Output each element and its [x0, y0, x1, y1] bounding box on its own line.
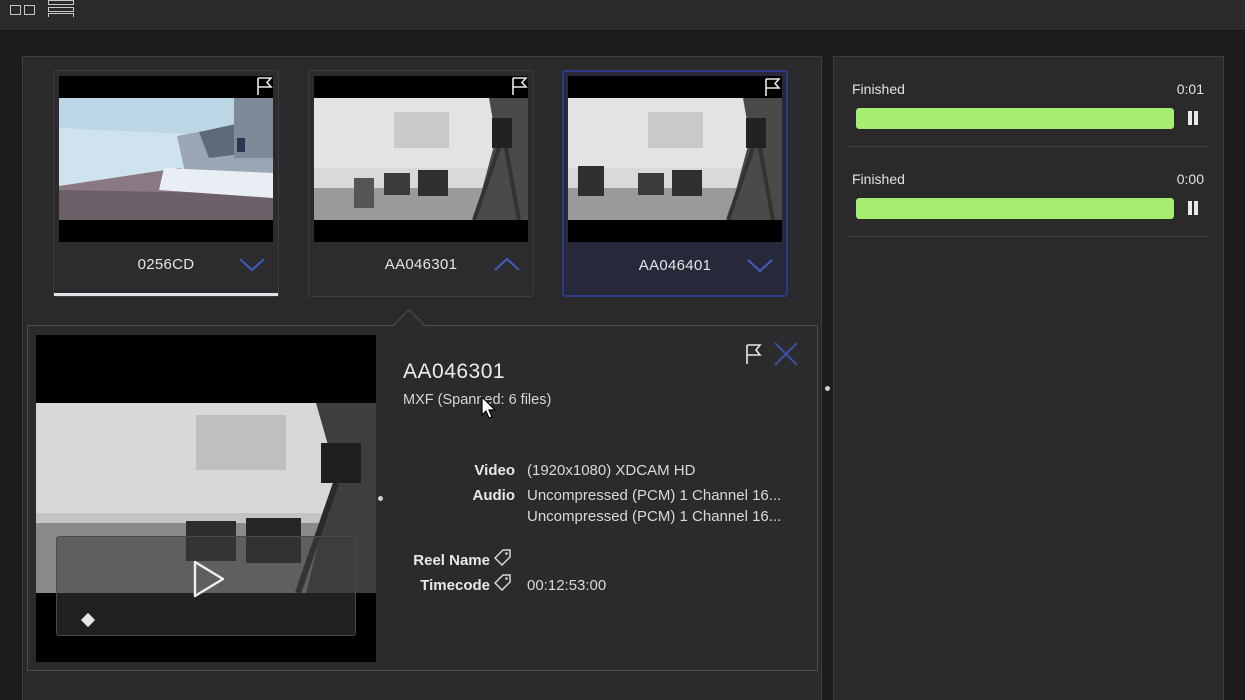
timecode-value: 00:12:53:00: [527, 577, 607, 594]
clip-card-aa046401[interactable]: AA046401: [562, 70, 788, 297]
flag-icon[interactable]: [764, 77, 782, 97]
close-icon[interactable]: [772, 340, 800, 368]
pause-icon[interactable]: [1186, 109, 1200, 127]
player-controls: [56, 536, 356, 636]
jobs-panel: Finished 0:01 Finished 0:00: [833, 56, 1224, 700]
top-toolbar: [0, 0, 1245, 31]
clip-thumbnail: [314, 76, 528, 242]
clip-card-aa046301[interactable]: AA046301: [308, 70, 534, 297]
play-icon[interactable]: [192, 559, 226, 599]
progress-bar: [856, 198, 1174, 219]
detail-clip-title: AA046301: [403, 360, 506, 383]
grid-view-icon[interactable]: [10, 0, 37, 17]
video-label: Video: [474, 462, 515, 479]
flag-icon[interactable]: [745, 343, 763, 365]
video-value: (1920x1080) XDCAM HD: [527, 462, 696, 479]
reel-name-label: Reel Name: [413, 552, 490, 569]
resize-handle-dot[interactable]: [378, 496, 383, 501]
panel-splitter-dot[interactable]: [825, 386, 830, 391]
chevron-up-icon[interactable]: [493, 255, 521, 273]
scrub-handle[interactable]: [80, 612, 96, 628]
clip-thumbnail: [568, 76, 782, 242]
job-time: 0:01: [1176, 81, 1204, 97]
timecode-label: Timecode: [420, 577, 490, 594]
active-underline: [54, 293, 278, 296]
progress-fill: [856, 198, 1174, 219]
clip-thumbnail: [59, 76, 273, 242]
progress-fill: [856, 108, 1174, 129]
job-item: Finished 0:00: [848, 147, 1210, 237]
job-status: Finished: [852, 171, 905, 187]
job-item: Finished 0:01: [848, 57, 1210, 147]
detail-clip-format: MXF (Spanned: 6 files): [403, 392, 552, 408]
progress-bar: [856, 108, 1174, 129]
clip-detail-popover: AA046301 MXF (Spanned: 6 files) Video (1…: [27, 309, 818, 671]
list-view-icon[interactable]: [48, 0, 74, 17]
audio-value-1: Uncompressed (PCM) 1 Channel 16...: [527, 487, 782, 504]
tag-icon[interactable]: [494, 548, 512, 566]
thumbnail-image: [568, 98, 782, 220]
chevron-down-icon[interactable]: [746, 256, 774, 274]
mouse-cursor-icon: [481, 396, 497, 419]
video-player[interactable]: [36, 335, 376, 662]
audio-value-2: Uncompressed (PCM) 1 Channel 16...: [527, 508, 782, 525]
flag-icon[interactable]: [511, 76, 529, 96]
job-time: 0:00: [1176, 171, 1204, 187]
thumbnail-image: [314, 98, 528, 220]
tag-icon[interactable]: [494, 573, 512, 591]
clip-card-0256cd[interactable]: 0256CD: [53, 70, 279, 297]
chevron-down-icon[interactable]: [238, 255, 266, 273]
flag-icon[interactable]: [256, 76, 274, 96]
pause-icon[interactable]: [1186, 199, 1200, 217]
audio-label: Audio: [472, 487, 516, 504]
job-status: Finished: [852, 81, 905, 97]
thumbnail-image: [59, 98, 273, 220]
